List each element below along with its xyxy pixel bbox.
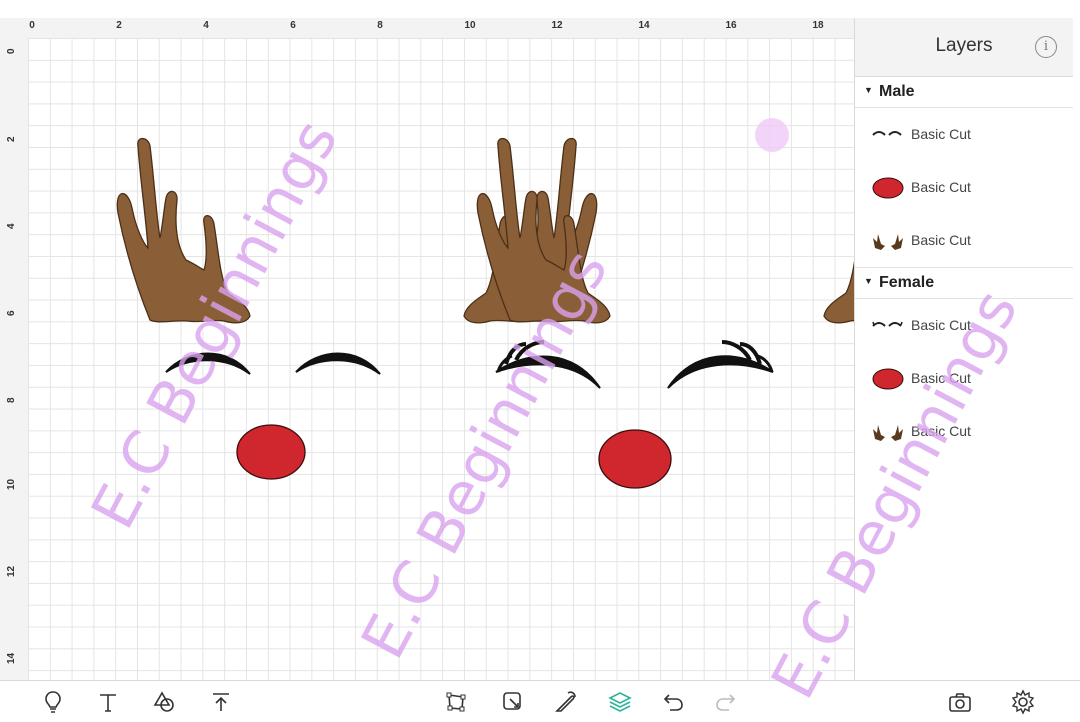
- shapes-icon[interactable]: [151, 689, 177, 715]
- reindeer-artwork[interactable]: [28, 38, 854, 680]
- antlers-thumbnail-icon: [873, 234, 903, 250]
- layers-panel: Layers i ▼ Male Basic Cut Basic Cut Basi…: [854, 18, 1073, 680]
- red-nose-thumbnail-icon: [872, 368, 904, 390]
- flatten-icon[interactable]: [553, 689, 579, 715]
- ruler-y-tick: 2: [6, 136, 17, 142]
- layer-label: Basic Cut: [911, 370, 971, 386]
- upload-icon[interactable]: [208, 689, 234, 715]
- layer-row[interactable]: Basic Cut: [855, 352, 1073, 405]
- text-icon[interactable]: [95, 689, 121, 715]
- red-nose-thumbnail-icon: [872, 177, 904, 199]
- layer-label: Basic Cut: [911, 179, 971, 195]
- ruler-x-tick: 10: [464, 20, 476, 31]
- redo-icon[interactable]: [713, 689, 739, 715]
- layer-row[interactable]: Basic Cut: [855, 214, 1073, 268]
- ruler-y-tick: 12: [6, 565, 17, 577]
- female-antler-right[interactable]: [823, 137, 854, 324]
- female-nose[interactable]: [598, 429, 672, 489]
- edit-nodes-icon[interactable]: [443, 689, 469, 715]
- ruler-x-tick: 14: [638, 20, 650, 31]
- layers-header: Layers i: [855, 18, 1073, 77]
- layer-group-female[interactable]: ▼ Female: [855, 268, 1073, 299]
- ruler-y-tick: 6: [6, 310, 17, 316]
- layer-group-name: Female: [879, 274, 935, 291]
- layers-icon[interactable]: [607, 689, 633, 715]
- female-eye-right[interactable]: [667, 340, 774, 389]
- male-eye-right[interactable]: [295, 352, 381, 375]
- layer-label: Basic Cut: [911, 126, 971, 142]
- caret-down-icon[interactable]: ▼: [864, 276, 873, 286]
- ruler-corner: [0, 18, 28, 38]
- antlers-thumbnail-icon: [873, 425, 903, 441]
- undo-icon[interactable]: [660, 689, 686, 715]
- ruler-y-tick: 0: [6, 48, 17, 54]
- layer-group-name: Male: [879, 83, 915, 100]
- ruler-y-tick: 4: [6, 223, 17, 229]
- caret-down-icon[interactable]: ▼: [864, 85, 873, 95]
- male-eye-left[interactable]: [165, 352, 251, 375]
- ruler-x-tick: 18: [812, 20, 824, 31]
- lash-eyes-thumbnail-icon: [872, 321, 903, 327]
- male-antler-left[interactable]: [116, 137, 251, 324]
- camera-icon[interactable]: [947, 689, 973, 715]
- ruler-x-tick: 6: [290, 20, 296, 31]
- layer-group-male[interactable]: ▼ Male: [855, 77, 1073, 108]
- layer-label: Basic Cut: [911, 232, 971, 248]
- ruler-y-tick: 8: [6, 397, 17, 403]
- layer-row[interactable]: Basic Cut: [855, 299, 1073, 352]
- bottom-toolbar: [0, 680, 1080, 722]
- female-eye-left[interactable]: [495, 340, 601, 389]
- attach-icon[interactable]: [500, 689, 526, 715]
- info-icon[interactable]: i: [1035, 36, 1057, 58]
- left-ruler: 0 2 4 6 8 10 12 14: [0, 38, 29, 680]
- layer-row[interactable]: Basic Cut: [855, 405, 1073, 458]
- ruler-x-tick: 4: [203, 20, 209, 31]
- layer-label: Basic Cut: [911, 423, 971, 439]
- settings-icon[interactable]: [1010, 689, 1036, 715]
- ruler-x-tick: 12: [551, 20, 563, 31]
- layer-row[interactable]: Basic Cut: [855, 161, 1073, 214]
- ruler-x-tick: 16: [725, 20, 737, 31]
- top-ruler: 0 2 4 6 8 10 12 14 16 18: [28, 18, 854, 39]
- design-canvas[interactable]: [28, 38, 854, 680]
- male-nose[interactable]: [236, 424, 306, 480]
- lightbulb-icon[interactable]: [40, 689, 66, 715]
- ruler-x-tick: 2: [116, 20, 122, 31]
- closed-eyes-thumbnail-icon: [872, 131, 902, 136]
- ruler-y-tick: 10: [6, 478, 17, 490]
- layer-row[interactable]: Basic Cut: [855, 108, 1073, 161]
- ruler-y-tick: 14: [6, 652, 17, 664]
- ruler-x-tick: 8: [377, 20, 383, 31]
- ruler-x-tick: 0: [29, 20, 35, 31]
- layer-label: Basic Cut: [911, 317, 971, 333]
- watermark-dot: [755, 118, 789, 152]
